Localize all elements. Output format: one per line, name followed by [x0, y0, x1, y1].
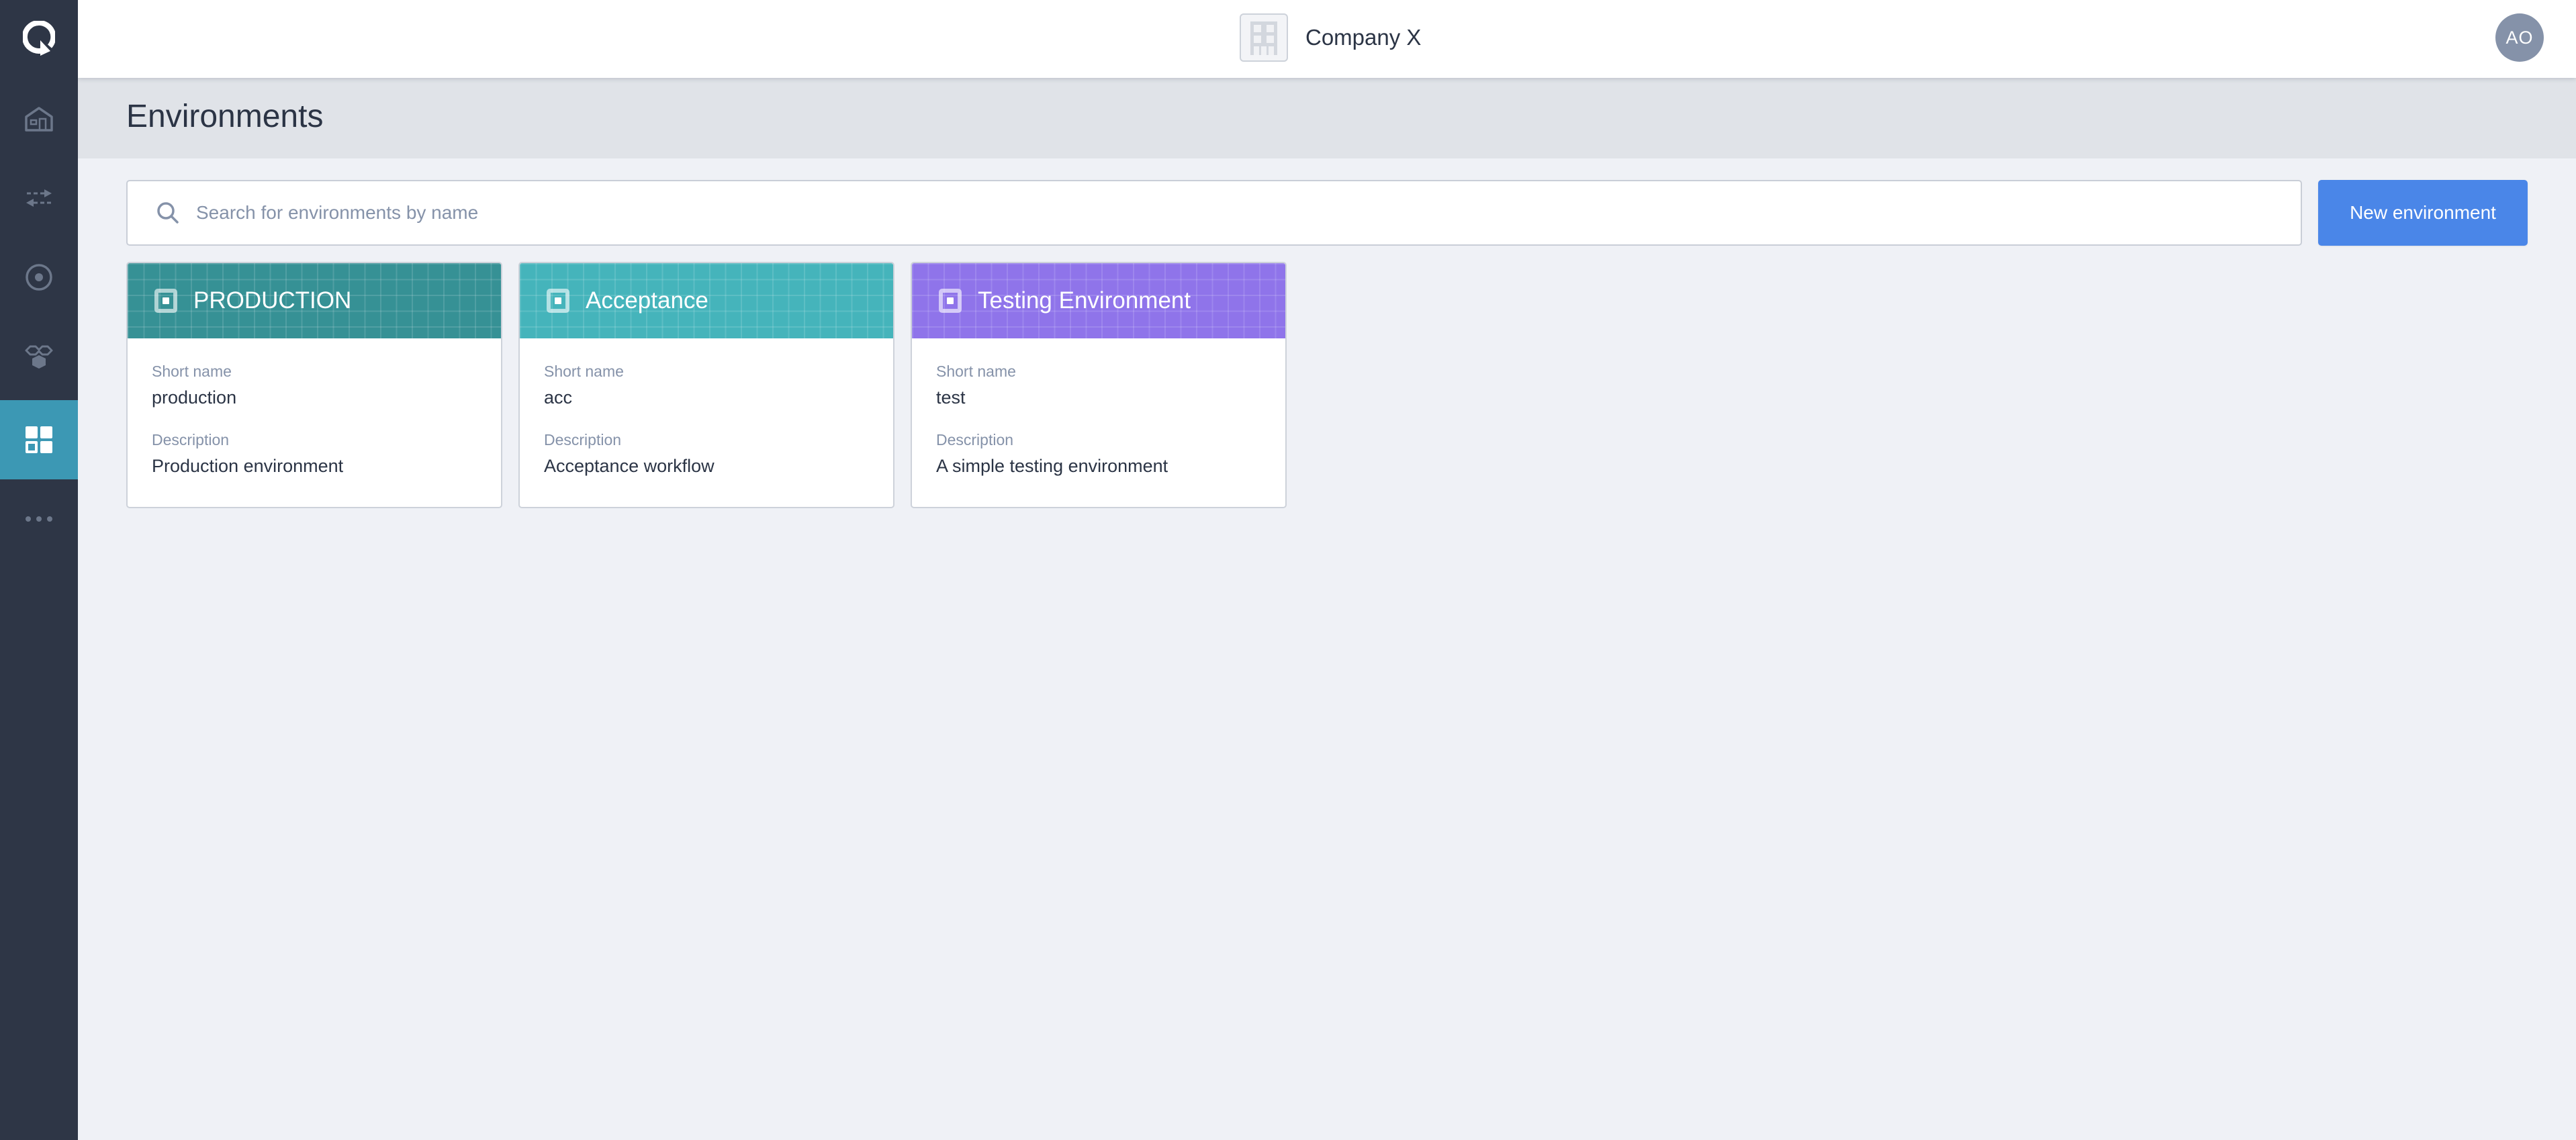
more-horizontal-icon: [26, 516, 52, 522]
environment-title: Testing Environment: [978, 287, 1191, 314]
top-bar: Company X AO: [78, 0, 2576, 78]
description-value: Production environment: [152, 456, 344, 476]
environment-title: PRODUCTION: [193, 287, 352, 314]
environment-icon: [154, 289, 177, 313]
environment-icon: [939, 289, 962, 313]
environment-card[interactable]: Testing Environment Short name test Desc…: [911, 262, 1287, 508]
organization-logo: [1240, 13, 1288, 62]
organization-name: Company X: [1305, 25, 1422, 50]
building-icon: [1250, 21, 1277, 55]
sidebar-item-more[interactable]: [0, 479, 78, 559]
short-name-label: Short name: [152, 363, 232, 380]
description-value: A simple testing environment: [936, 456, 1168, 476]
grid-dashboard-icon: [26, 426, 52, 453]
short-name-label: Short name: [936, 363, 1016, 380]
sidebar-item-modules[interactable]: [0, 317, 78, 396]
environment-card[interactable]: PRODUCTION Short name production Descrip…: [126, 262, 502, 508]
short-name-value: production: [152, 387, 237, 408]
description-label: Description: [936, 431, 1014, 448]
q-logo-icon: [23, 21, 55, 56]
logo-home-link[interactable]: [0, 0, 78, 78]
sidebar-item-environments[interactable]: [0, 400, 78, 479]
organization-switcher[interactable]: Company X: [1240, 12, 1421, 63]
description-value: Acceptance workflow: [544, 456, 715, 476]
hexagon-group-icon: [25, 345, 53, 369]
short-name-label: Short name: [544, 363, 624, 380]
search-icon: [154, 199, 181, 226]
environment-title: Acceptance: [586, 287, 708, 314]
short-name-value: acc: [544, 387, 573, 408]
home-icon: [25, 107, 53, 132]
sidebar-item-home[interactable]: [0, 79, 78, 158]
sidebar-item-target[interactable]: [0, 238, 78, 317]
arrows-exchange-icon: [26, 189, 52, 207]
short-name-value: test: [936, 387, 966, 408]
description-label: Description: [152, 431, 230, 448]
sidebar-item-transfers[interactable]: [0, 158, 78, 238]
card-header: PRODUCTION: [128, 263, 501, 338]
new-environment-button[interactable]: New environment: [2318, 180, 2528, 246]
page-title: Environments: [126, 99, 324, 134]
target-icon: [26, 264, 52, 291]
search-input[interactable]: [196, 202, 2301, 224]
page-title-bar: Environments: [78, 78, 2576, 158]
user-avatar[interactable]: AO: [2495, 13, 2544, 62]
search-box: [126, 180, 2302, 246]
sidebar: [0, 0, 78, 1140]
environment-card[interactable]: Acceptance Short name acc Description Ac…: [518, 262, 894, 508]
description-label: Description: [544, 431, 622, 448]
card-header: Testing Environment: [912, 263, 1285, 338]
card-header: Acceptance: [520, 263, 893, 338]
environment-icon: [547, 289, 569, 313]
